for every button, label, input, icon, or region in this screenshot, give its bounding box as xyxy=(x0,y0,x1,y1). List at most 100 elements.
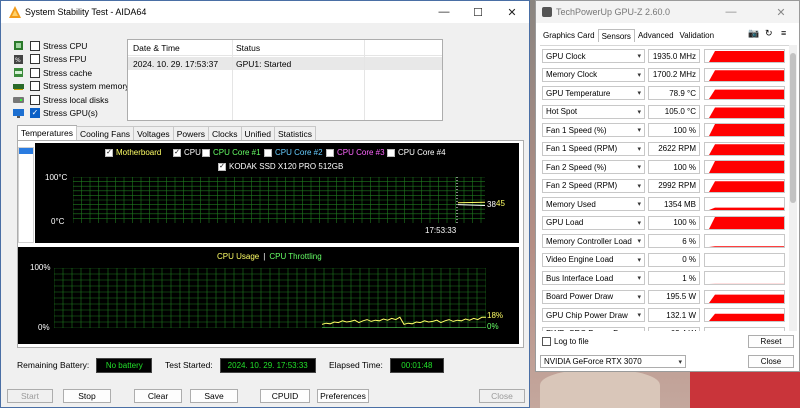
sensor-row: GPU Clock ▾ 1935.0 MHz xyxy=(540,48,790,64)
stress-disks-option[interactable]: Stress local disks xyxy=(13,93,109,106)
stress-memory-checkbox[interactable] xyxy=(30,81,40,91)
sensor-value: 63.4 W xyxy=(648,326,700,331)
status-table: Date & Time Status 2024. 10. 29. 17:53:3… xyxy=(127,39,443,121)
legend-cpu-core-1[interactable]: CPU Core #1 xyxy=(202,148,261,157)
sensor-name-dropdown[interactable]: Fan 2 Speed (RPM) ▾ xyxy=(542,178,645,193)
sensor-name-dropdown[interactable]: Board Power Draw ▾ xyxy=(542,289,645,304)
legend-checkbox[interactable] xyxy=(326,148,334,157)
elapsed-time-value: 00:01:48 xyxy=(389,357,444,373)
tab-clocks[interactable]: Clocks xyxy=(208,126,242,140)
sensor-name: Fan 1 Speed (%) xyxy=(546,125,607,135)
legend-kodak-ssd[interactable]: ✓ KODAK SSD X120 PRO 512GB xyxy=(218,162,343,171)
camera-icon[interactable]: 📷 xyxy=(748,28,759,39)
legend-cpu-core-3[interactable]: CPU Core #3 xyxy=(326,148,385,157)
refresh-icon[interactable]: ↻ xyxy=(765,28,773,39)
sensor-scrollbar[interactable] xyxy=(789,45,797,331)
button-label: Close xyxy=(491,391,513,401)
close-window-button[interactable]: ✕ xyxy=(495,1,529,23)
sensor-name-dropdown[interactable]: Fan 1 Speed (%) ▾ xyxy=(542,123,645,137)
sensor-level-fill xyxy=(709,124,784,136)
sensor-name-dropdown[interactable]: GPU Clock ▾ xyxy=(542,49,645,63)
sensor-value: 6 % xyxy=(648,234,700,248)
stress-disks-checkbox[interactable] xyxy=(30,94,40,105)
tab-validation[interactable]: Validation xyxy=(677,29,718,42)
sensor-name-dropdown[interactable]: Video Engine Load ▾ xyxy=(542,252,645,267)
sensor-name-dropdown[interactable]: Fan 1 Speed (RPM) ▾ xyxy=(542,141,645,156)
stress-memory-option[interactable]: Stress system memory xyxy=(13,80,129,93)
maximize-button[interactable]: ☐ xyxy=(461,1,495,23)
legend-checkbox[interactable] xyxy=(264,148,272,157)
start-button[interactable]: Start xyxy=(7,389,53,403)
minimize-button[interactable]: — xyxy=(427,1,461,23)
chevron-down-icon: ▾ xyxy=(637,164,641,171)
tab-unified[interactable]: Unified xyxy=(240,126,276,140)
tab-sensors[interactable]: Sensors xyxy=(597,29,635,42)
preferences-button[interactable]: Preferences xyxy=(317,389,369,403)
tab-temperatures[interactable]: Temperatures xyxy=(17,125,77,140)
stress-fpu-checkbox[interactable] xyxy=(30,54,40,64)
legend-motherboard[interactable]: ✓ Motherboard xyxy=(105,148,161,157)
row-status: GPU1: Started xyxy=(236,59,292,69)
stress-cpu-checkbox[interactable] xyxy=(30,40,40,51)
reset-button[interactable]: Reset xyxy=(748,335,794,348)
legend-checkbox[interactable]: ✓ xyxy=(105,148,113,157)
title-bar[interactable]: System Stability Test - AIDA64 — ☐ ✕ xyxy=(1,1,529,23)
sensor-name-dropdown[interactable]: Memory Controller Load ▾ xyxy=(542,234,645,248)
tab-voltages[interactable]: Voltages xyxy=(133,126,174,140)
sensor-name-dropdown[interactable]: PWR_SRC Power Draw ▾ xyxy=(542,326,645,331)
sensor-name-dropdown[interactable]: GPU Load ▾ xyxy=(542,215,645,230)
stress-gpu-label: Stress GPU(s) xyxy=(43,108,98,118)
stress-cache-checkbox[interactable] xyxy=(30,67,40,78)
legend-checkbox[interactable]: ✓ xyxy=(173,148,181,157)
column-header-date-time[interactable]: Date & Time xyxy=(133,43,180,53)
sensor-name-dropdown[interactable]: Memory Clock ▾ xyxy=(542,67,645,82)
legend-checkbox[interactable] xyxy=(387,148,395,157)
tab-cooling-fans[interactable]: Cooling Fans xyxy=(75,126,135,140)
stop-button[interactable]: Stop xyxy=(63,389,111,403)
log-to-file-option[interactable]: Log to file xyxy=(542,337,589,346)
legend-checkbox[interactable]: ✓ xyxy=(218,162,226,171)
column-header-status[interactable]: Status xyxy=(236,43,260,53)
sensor-level-fill xyxy=(709,294,784,303)
sensor-name-dropdown[interactable]: Hot Spot ▾ xyxy=(542,104,645,119)
legend-checkbox[interactable] xyxy=(202,148,210,157)
sensor-name-dropdown[interactable]: GPU Chip Power Draw ▾ xyxy=(542,308,645,322)
gpuz-close-button[interactable]: Close xyxy=(748,355,794,368)
sensor-graph xyxy=(704,160,785,174)
stress-fpu-option[interactable]: % Stress FPU xyxy=(13,53,86,66)
gpuz-minimize-button[interactable]: — xyxy=(714,1,748,23)
tab-advanced[interactable]: Advanced xyxy=(635,29,677,42)
sensor-row: Board Power Draw ▾ 195.5 W xyxy=(540,289,790,305)
sensor-name-dropdown[interactable]: Bus Interface Load ▾ xyxy=(542,271,645,285)
close-icon: ✕ xyxy=(507,6,517,19)
legend-cpu-core-2[interactable]: CPU Core #2 xyxy=(264,148,323,157)
status-table-row[interactable]: 2024. 10. 29. 17:53:37 GPU1: Started xyxy=(128,57,442,70)
sensor-name-dropdown[interactable]: Fan 2 Speed (%) ▾ xyxy=(542,160,645,174)
gpu-select[interactable]: NVIDIA GeForce RTX 3070 ▾ xyxy=(540,355,686,368)
clear-button[interactable]: Clear xyxy=(134,389,182,403)
legend-cpu-core-4[interactable]: CPU Core #4 xyxy=(387,148,446,157)
cpuid-button[interactable]: CPUID xyxy=(260,389,310,403)
sensor-row: GPU Temperature ▾ 78.9 °C xyxy=(540,85,790,101)
tab-graphics-card[interactable]: Graphics Card xyxy=(540,29,598,42)
sensor-name-dropdown[interactable]: Memory Used ▾ xyxy=(542,197,645,211)
stress-cpu-option[interactable]: Stress CPU xyxy=(13,39,87,52)
stress-gpu-option[interactable]: ✓ Stress GPU(s) xyxy=(13,107,98,120)
save-button[interactable]: Save xyxy=(190,389,238,403)
aida64-logo-icon xyxy=(9,6,21,18)
stress-cache-option[interactable]: Stress cache xyxy=(13,66,92,79)
tab-powers[interactable]: Powers xyxy=(172,126,210,140)
menu-icon[interactable]: ≡ xyxy=(781,28,786,38)
log-to-file-label: Log to file xyxy=(554,337,589,346)
legend-cpu[interactable]: ✓ CPU xyxy=(173,148,201,157)
close-button[interactable]: Close xyxy=(479,389,525,403)
log-to-file-checkbox[interactable] xyxy=(542,337,551,346)
tab-statistics[interactable]: Statistics xyxy=(274,126,317,140)
stress-cpu-label: Stress CPU xyxy=(43,40,88,51)
scrollbar-thumb[interactable] xyxy=(790,53,796,203)
tab-label: Temperatures xyxy=(21,128,73,138)
stress-gpu-checkbox[interactable]: ✓ xyxy=(30,108,40,118)
gpuz-title-bar[interactable]: TechPowerUp GPU-Z 2.60.0 — ✕ xyxy=(536,1,799,23)
sensor-name-dropdown[interactable]: GPU Temperature ▾ xyxy=(542,86,645,100)
gpuz-close-window-button[interactable]: ✕ xyxy=(764,1,798,23)
